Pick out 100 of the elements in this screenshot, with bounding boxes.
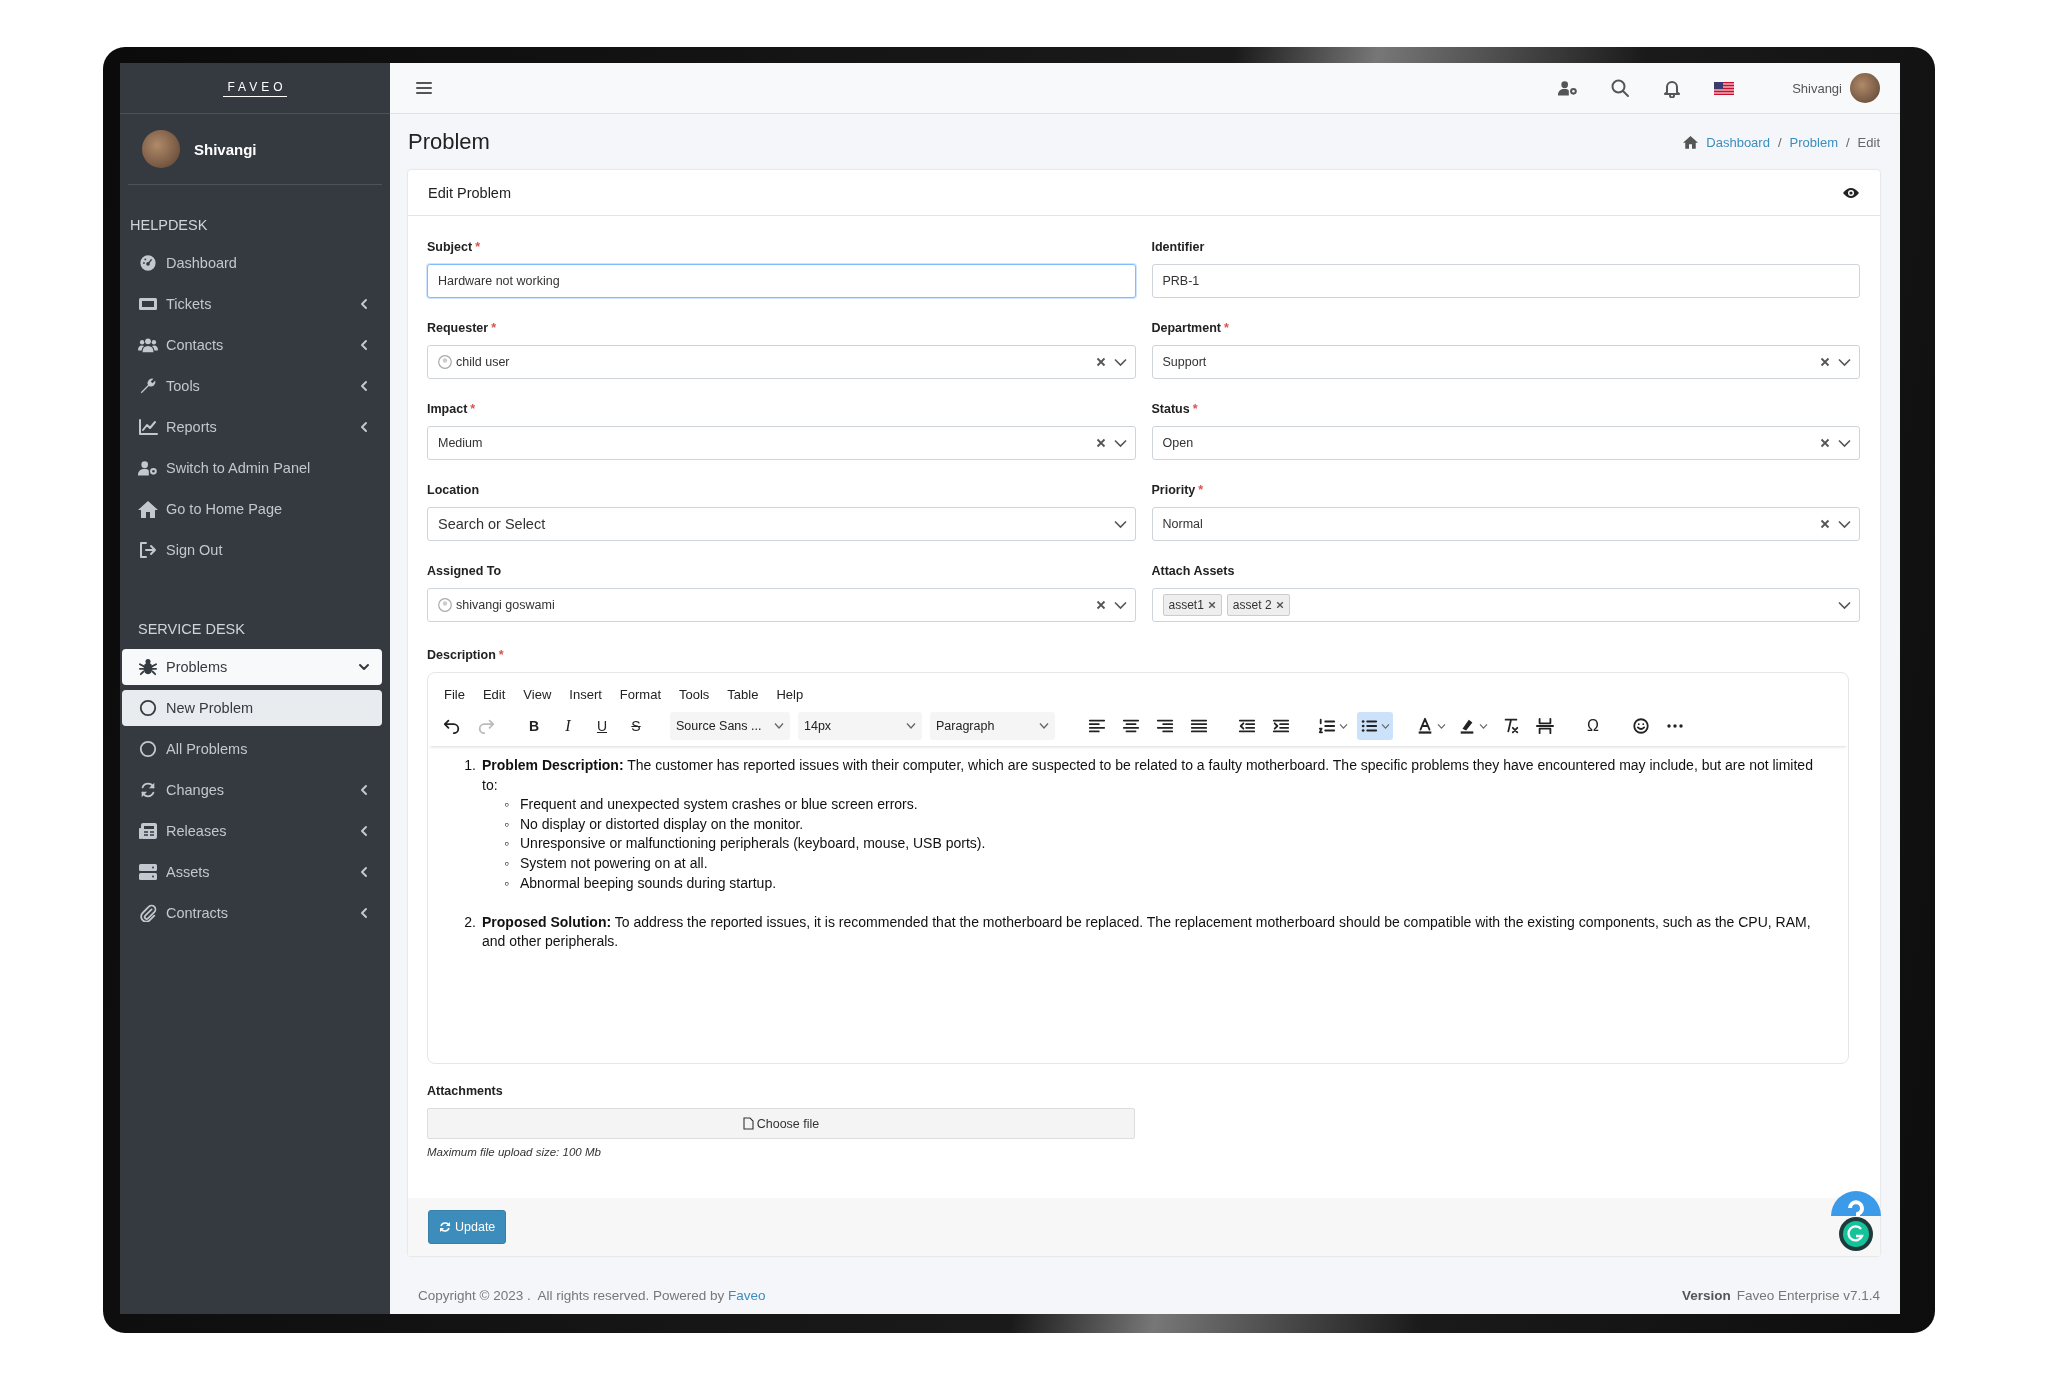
clear-icon[interactable]	[1820, 519, 1830, 529]
search-icon[interactable]	[1610, 78, 1631, 98]
select-field[interactable]: Normal	[1151, 507, 1860, 541]
sidebar-item[interactable]: Contacts	[122, 327, 382, 363]
text-field[interactable]: Hardware not working	[427, 264, 1136, 298]
field-label: Attach Assets	[1151, 564, 1235, 578]
menu-item[interactable]: Help	[770, 685, 810, 704]
justify-icon	[1190, 717, 1208, 735]
bug-icon	[138, 658, 158, 676]
toolbar-dropdown[interactable]: Source Sans ...	[670, 712, 790, 740]
clear-icon[interactable]	[1095, 600, 1106, 610]
chevron-down-icon[interactable]	[1113, 600, 1127, 610]
user-name[interactable]: Shivangi	[1792, 80, 1842, 96]
select-field[interactable]: Open	[1151, 426, 1860, 460]
toolbar-button[interactable]: B	[520, 712, 548, 740]
toolbar-dropdown[interactable]: 14px	[798, 712, 922, 740]
bell-icon[interactable]	[1662, 78, 1683, 98]
select-field[interactable]: Search or Select	[427, 507, 1136, 541]
menu-item[interactable]: Insert	[563, 685, 608, 704]
text-field[interactable]: PRB-1	[1151, 264, 1860, 298]
select-field[interactable]: Support	[1151, 345, 1860, 379]
logo[interactable]: FAVEO	[223, 79, 287, 97]
remove-icon[interactable]	[1275, 601, 1284, 609]
assistant-badge-icon[interactable]	[1838, 1216, 1874, 1252]
remove-icon[interactable]	[1207, 601, 1216, 609]
bullet-item: Abnormal beeping sounds during startup.	[520, 873, 777, 893]
sidebar-item[interactable]: Tools	[122, 368, 382, 404]
chevron-down-icon[interactable]	[1113, 357, 1127, 367]
chevron-down-icon	[774, 722, 784, 730]
clear-icon[interactable]	[1820, 438, 1830, 448]
user-name[interactable]: Shivangi	[194, 140, 257, 158]
toolbar-button[interactable]: Ω	[1579, 712, 1607, 740]
field-label: Attachments	[427, 1084, 504, 1098]
clear-icon[interactable]	[1095, 438, 1106, 448]
chevron-down-icon[interactable]	[1113, 438, 1127, 448]
version-text: Faveo Enterprise v7.1.4	[1736, 1287, 1880, 1303]
sidebar-item[interactable]: Assets	[122, 854, 382, 890]
toolbar-button[interactable]: U	[588, 712, 616, 740]
breadcrumb-link[interactable]: Dashboard	[1706, 134, 1770, 150]
required-mark: *	[498, 648, 504, 662]
field-label: Identifier	[1151, 240, 1205, 254]
toolbar-button[interactable]	[1357, 712, 1393, 740]
select-field[interactable]: child user	[427, 345, 1136, 379]
toolbar-button[interactable]: S	[622, 712, 650, 740]
undo-icon	[443, 717, 461, 735]
chevron-down-icon[interactable]	[1838, 357, 1851, 367]
field-label: Impact	[427, 402, 468, 416]
sidebar-subitem[interactable]: New Problem	[122, 690, 382, 726]
avatar	[142, 130, 180, 168]
select-field[interactable]: Medium	[427, 426, 1136, 460]
menu-item[interactable]: Edit	[476, 685, 512, 704]
select-field[interactable]: shivangi goswami	[427, 588, 1136, 622]
sidebar-item[interactable]: Changes	[122, 772, 382, 808]
tag-select-field[interactable]: asset1 asset 2	[1151, 588, 1860, 622]
caret-icon	[358, 339, 370, 351]
avatar[interactable]	[1850, 73, 1880, 103]
field-label: Priority	[1151, 483, 1196, 497]
chevron-down-icon[interactable]	[1838, 438, 1851, 448]
home-icon	[1683, 135, 1699, 149]
list-item-text: Problem Description: The customer has reported issues with their computer, which are suspected to be related to a faulty motherboard. The specific problems they have encountered may include, but are not limited to:	[482, 756, 1814, 795]
sidebar-item[interactable]: Dashboard	[122, 245, 382, 281]
bullet-item: No display or distorted display on the monitor.	[520, 814, 804, 834]
circle-icon	[138, 699, 158, 717]
menu-item[interactable]: Table	[721, 685, 765, 704]
user-gear-icon[interactable]	[1558, 78, 1579, 98]
sidebar-item[interactable]: Contracts	[122, 895, 382, 931]
caret-icon	[358, 866, 370, 878]
chevron-down-icon[interactable]	[1838, 600, 1851, 610]
field-label: Department	[1151, 321, 1221, 335]
sidebar-item[interactable]: Reports	[122, 409, 382, 445]
eye-icon[interactable]	[1842, 185, 1860, 200]
menu-item[interactable]: View	[517, 685, 558, 704]
sidebar-item[interactable]: Releases	[122, 813, 382, 849]
toolbar-dropdown[interactable]: Paragraph	[930, 712, 1055, 740]
sidebar-item[interactable]: Go to Home Page	[122, 491, 382, 527]
list-number: 2.	[463, 912, 476, 932]
sidebar-item[interactable]: Sign Out	[122, 532, 382, 568]
bullet-marker: ◦	[504, 873, 510, 893]
copyright-text: Copyright © 2023 . All rights reserved. Powered by Faveo	[418, 1287, 767, 1303]
clear-icon[interactable]	[1820, 357, 1830, 367]
field-label: Location	[427, 483, 480, 497]
toolbar-button[interactable]: I	[554, 712, 582, 740]
clear-icon[interactable]	[1095, 357, 1106, 367]
flag-icon[interactable]	[1714, 81, 1735, 95]
choose-file-button[interactable]: Choose file	[427, 1108, 1135, 1139]
update-button[interactable]: Update	[428, 1210, 507, 1244]
faveo-link[interactable]: Faveo	[728, 1287, 766, 1303]
sidebar-subitem[interactable]: All Problems	[122, 731, 382, 767]
breadcrumb-link[interactable]: Problem	[1789, 134, 1838, 150]
menu-item[interactable]: File	[438, 685, 471, 704]
sidebar-item[interactable]: Problems	[122, 649, 382, 685]
chevron-down-icon	[1437, 722, 1446, 730]
chevron-down-icon[interactable]	[1113, 519, 1127, 529]
menu-item[interactable]: Tools	[673, 685, 716, 704]
breadcrumb-current: Edit	[1857, 134, 1880, 150]
bullet-item: System not powering on at all.	[520, 853, 708, 873]
sidebar-item[interactable]: Switch to Admin Panel	[122, 450, 382, 486]
menu-item[interactable]: Format	[613, 685, 667, 704]
chevron-down-icon[interactable]	[1838, 519, 1851, 529]
sidebar-item[interactable]: Tickets	[122, 286, 382, 322]
